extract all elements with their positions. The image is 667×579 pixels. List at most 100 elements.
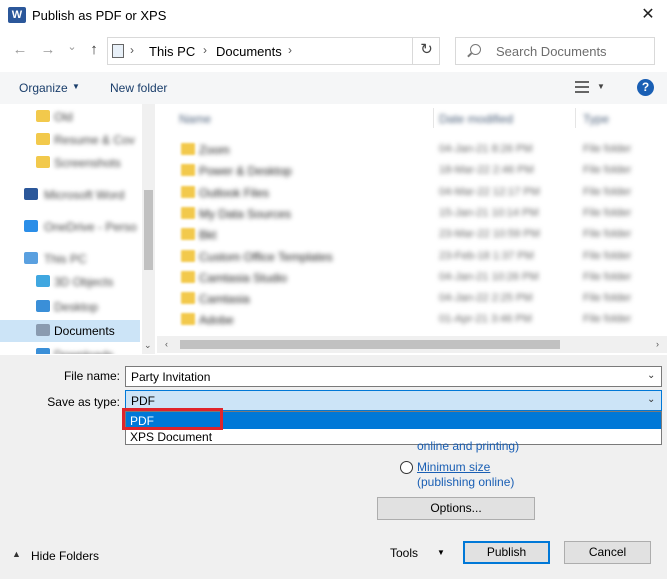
breadcrumb-this-pc[interactable]: This PC xyxy=(149,44,195,59)
file-type: File folder xyxy=(583,313,632,326)
file-name: Custom Office Templates xyxy=(199,249,333,264)
nav-item[interactable]: Screenshots xyxy=(0,152,140,174)
folder-icon xyxy=(181,292,195,305)
nav-item[interactable]: This PC xyxy=(0,248,140,270)
file-type: File folder xyxy=(583,206,632,219)
folder-icon xyxy=(36,156,50,168)
hide-folders-button[interactable]: Hide Folders xyxy=(31,549,99,563)
file-name-value: Party Invitation xyxy=(131,370,211,384)
column-divider[interactable] xyxy=(433,108,434,128)
publish-button[interactable]: Publish xyxy=(463,541,550,564)
file-list: Name Date modified Type Zoom 04-Jan-21 8:… xyxy=(163,104,667,336)
minimum-size-radio[interactable] xyxy=(400,461,413,474)
address-bar[interactable]: › This PC › Documents › ⌄ xyxy=(107,37,498,65)
chevron-down-icon[interactable]: ⌄ xyxy=(647,370,655,381)
file-row[interactable]: Bkt 23-Mar-22 10:59 PM File folder xyxy=(163,224,667,245)
file-row[interactable]: Zoom 04-Jan-21 8:26 PM File folder xyxy=(163,139,667,160)
folder-icon xyxy=(36,110,50,122)
downloads-icon xyxy=(36,348,50,354)
column-header-type[interactable]: Type xyxy=(583,112,609,126)
file-row[interactable]: Power & Desktop 18-Mar-22 2:46 PM File fol… xyxy=(163,160,667,181)
search-box[interactable]: Search Documents xyxy=(455,37,655,65)
file-name: Adobe xyxy=(199,313,234,328)
tools-button[interactable]: Tools xyxy=(390,546,418,560)
column-header-date[interactable]: Date modified xyxy=(439,112,513,126)
organize-button[interactable]: Organize xyxy=(19,81,68,95)
file-type: File folder xyxy=(583,164,632,177)
nav-item[interactable]: OneDrive - Perso xyxy=(0,216,140,238)
nav-item[interactable]: 3D Objects xyxy=(0,271,140,293)
options-button[interactable]: Options... xyxy=(377,497,535,520)
folder-icon xyxy=(181,185,195,198)
forward-arrow-icon[interactable]: → xyxy=(38,40,58,60)
horizontal-scrollbar-thumb[interactable] xyxy=(180,340,560,349)
file-date: 18-Mar-22 2:46 PM xyxy=(439,164,534,177)
file-type: File folder xyxy=(583,228,632,241)
file-date: 04-Jan-22 2:25 PM xyxy=(439,292,533,305)
folder-icon xyxy=(181,164,195,177)
option-xps-document[interactable]: XPS Document xyxy=(126,429,661,444)
nav-item-label: Old xyxy=(54,110,73,124)
breadcrumb-separator-icon: › xyxy=(203,43,207,57)
file-date: 04-Jan-21 10:26 PM xyxy=(439,270,539,283)
folder-icon xyxy=(181,249,195,262)
nav-item[interactable]: Documents xyxy=(0,320,140,342)
file-row[interactable]: Camtasia 04-Jan-22 2:25 PM File folder xyxy=(163,288,667,309)
nav-item-label: Documents xyxy=(54,324,115,338)
help-icon[interactable]: ? xyxy=(637,79,654,96)
cancel-button[interactable]: Cancel xyxy=(564,541,651,564)
file-date: 04-Jan-21 8:26 PM xyxy=(439,143,533,155)
save-as-type-label: Save as type: xyxy=(47,395,120,409)
chevron-down-icon[interactable]: ⌄ xyxy=(647,394,655,405)
file-name: My Data Sources xyxy=(199,206,292,221)
annotation-highlight-box xyxy=(122,408,223,430)
column-header-name[interactable]: Name xyxy=(179,112,211,126)
nav-item-label: Screenshots xyxy=(54,156,121,170)
file-row[interactable]: Camtasia Studio 04-Jan-21 10:26 PM File fo… xyxy=(163,267,667,288)
pc-icon xyxy=(112,44,124,58)
column-divider[interactable] xyxy=(575,108,576,128)
folder-icon xyxy=(181,206,195,219)
chevron-down-icon[interactable]: ▼ xyxy=(597,82,605,91)
file-row[interactable]: My Data Sources 15-Jan-21 10:14 PM File fo… xyxy=(163,203,667,224)
refresh-button[interactable]: ↻ xyxy=(412,37,440,65)
chevron-down-icon[interactable]: ▼ xyxy=(437,548,445,557)
option-xps-label: XPS Document xyxy=(130,430,213,444)
chevron-right-icon[interactable]: › xyxy=(656,339,659,349)
folder-icon xyxy=(181,228,195,241)
folder-icon xyxy=(36,133,50,145)
nav-item[interactable]: Resume & Cov xyxy=(0,129,140,151)
folder-icon xyxy=(181,270,195,283)
nav-item[interactable]: Microsoft Word xyxy=(0,184,140,206)
file-name: Power & Desktop xyxy=(199,164,292,179)
chevron-up-icon[interactable]: ▲ xyxy=(12,549,21,559)
file-type: File folder xyxy=(583,143,632,155)
navigation-scrollbar-thumb[interactable] xyxy=(144,190,153,270)
file-date: 23-Mar-22 10:59 PM xyxy=(439,228,540,241)
nav-item[interactable]: Desktop xyxy=(0,296,140,318)
folder-icon xyxy=(181,313,195,326)
file-row[interactable]: Outlook Files 04-Mar-22 12:17 PM File fold… xyxy=(163,182,667,203)
breadcrumb-separator-icon: › xyxy=(130,43,134,57)
file-name-input[interactable]: Party Invitation ⌄ xyxy=(125,366,662,387)
nav-item[interactable]: Old xyxy=(0,106,140,128)
navigation-pane: Old Resume & Cov Screenshots Microsoft Word… xyxy=(0,104,155,354)
search-placeholder: Search Documents xyxy=(496,44,607,59)
search-icon xyxy=(470,44,481,55)
nav-item[interactable]: Downloads xyxy=(0,344,140,354)
minimum-size-description: (publishing online) xyxy=(417,475,515,489)
recent-locations-icon[interactable]: ⌄ xyxy=(62,37,82,57)
breadcrumb-documents[interactable]: Documents xyxy=(216,44,282,59)
onedrive-icon xyxy=(24,220,38,232)
back-arrow-icon[interactable]: ← xyxy=(10,40,30,60)
chevron-down-icon[interactable]: ⌄ xyxy=(144,340,152,351)
new-folder-button[interactable]: New folder xyxy=(110,81,167,95)
up-arrow-icon[interactable]: ↑ xyxy=(84,40,104,60)
view-options-icon[interactable] xyxy=(575,81,589,93)
file-row[interactable]: Adobe 01-Apr-21 3:46 PM File folder xyxy=(163,309,667,330)
close-icon[interactable]: ✕ xyxy=(637,4,659,26)
minimum-size-label[interactable]: Minimum size xyxy=(417,460,490,474)
file-row[interactable]: Custom Office Templates 23-Feb-18 1:37 PM… xyxy=(163,246,667,267)
chevron-left-icon[interactable]: ‹ xyxy=(165,339,168,349)
chevron-down-icon: ▼ xyxy=(72,82,80,91)
